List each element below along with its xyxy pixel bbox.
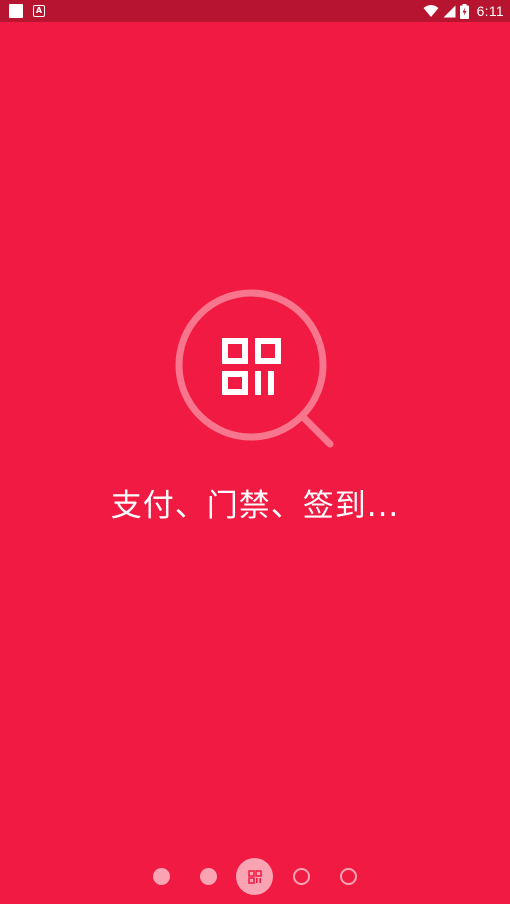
qr-code-icon <box>247 869 262 884</box>
signal-icon <box>443 5 456 17</box>
page-dot-2[interactable] <box>200 868 217 885</box>
page-dot-1[interactable] <box>153 868 170 885</box>
page-indicator <box>0 856 510 896</box>
onboarding-screen[interactable]: A 6:11 支付、门禁、签到... <box>0 0 510 904</box>
battery-charging-icon <box>459 3 469 19</box>
clock: 6:11 <box>476 3 504 19</box>
onboarding-caption: 支付、门禁、签到... <box>110 488 400 524</box>
page-dot-5[interactable] <box>340 868 357 885</box>
wifi-icon <box>423 5 439 17</box>
status-bar-notifications: A <box>9 4 45 18</box>
qr-scan-magnifier-icon <box>175 289 334 448</box>
a-notification-icon: A <box>33 5 45 17</box>
page-dot-4[interactable] <box>293 868 310 885</box>
app-notification-icon <box>9 4 23 18</box>
page-dot-3-active[interactable] <box>236 858 273 895</box>
status-bar: A 6:11 <box>0 0 510 22</box>
status-bar-system: 6:11 <box>423 3 504 19</box>
